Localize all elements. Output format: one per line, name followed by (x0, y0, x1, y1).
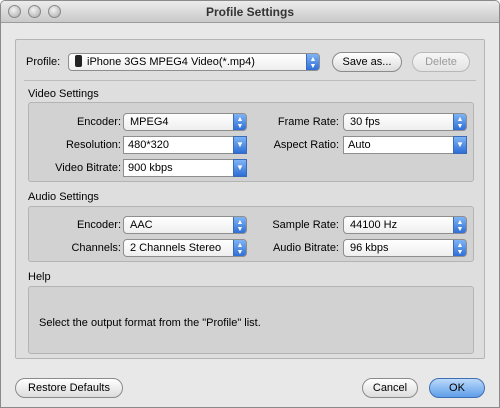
channels-value: 2 Channels Stereo (130, 242, 222, 254)
audio-encoder-select[interactable]: AAC ▲ ▼ (123, 216, 247, 234)
help-text: Select the output format from the "Profi… (39, 317, 261, 329)
video-bitrate-combo[interactable]: 900 kbps ▼ (123, 159, 247, 177)
resolution-value: 480*320 (128, 139, 169, 151)
save-as-button[interactable]: Save as... (332, 52, 402, 72)
title-bar[interactable]: Profile Settings (1, 1, 499, 23)
audio-settings-group: Encoder: AAC ▲ ▼ Sample Rate: 44100 Hz ▲ ▼… (28, 206, 474, 262)
separator (24, 80, 476, 81)
channels-label: Channels: (71, 242, 121, 254)
audio-bitrate-value: 96 kbps (350, 242, 389, 254)
cancel-button[interactable]: Cancel (362, 378, 418, 398)
video-encoder-label: Encoder: (76, 116, 121, 128)
window-title: Profile Settings (205, 5, 294, 19)
chevron-updown-icon: ▲ ▼ (233, 217, 246, 233)
profile-label: Profile: (26, 56, 61, 68)
video-encoder-value: MPEG4 (130, 116, 169, 128)
frame-rate-label: Frame Rate: (277, 116, 339, 128)
audio-encoder-label: Encoder: (76, 219, 121, 231)
phone-icon (75, 55, 82, 67)
restore-defaults-button[interactable]: Restore Defaults (15, 378, 123, 398)
frame-rate-select[interactable]: 30 fps ▲ ▼ (343, 113, 467, 131)
channels-select[interactable]: 2 Channels Stereo ▲ ▼ (123, 239, 247, 257)
audio-encoder-value: AAC (130, 219, 153, 231)
chevron-updown-icon: ▲ ▼ (233, 114, 246, 130)
aspect-ratio-value: Auto (348, 139, 371, 151)
frame-rate-value: 30 fps (350, 116, 380, 128)
resolution-combo[interactable]: 480*320 ▼ (123, 136, 247, 154)
chevron-down-icon: ▼ (233, 159, 247, 177)
profile-value: iPhone 3GS MPEG4 Video(*.mp4) (87, 56, 255, 68)
audio-settings-title: Audio Settings (28, 191, 99, 203)
video-settings-group: Encoder: MPEG4 ▲ ▼ Frame Rate: 30 fps ▲ ▼ … (28, 102, 474, 182)
profile-select[interactable]: iPhone 3GS MPEG4 Video(*.mp4) ▲ ▼ (68, 53, 320, 71)
delete-button[interactable]: Delete (412, 52, 470, 72)
chevron-updown-icon: ▲ ▼ (453, 114, 466, 130)
help-title: Help (28, 271, 51, 283)
profile-settings-window: Profile Settings Profile: iPhone 3GS MPE… (0, 0, 500, 408)
chevron-updown-icon: ▲ ▼ (453, 240, 466, 256)
chevron-down-icon: ▼ (453, 136, 467, 154)
video-encoder-select[interactable]: MPEG4 ▲ ▼ (123, 113, 247, 131)
ok-button[interactable]: OK (429, 378, 485, 398)
chevron-updown-icon: ▲ ▼ (306, 54, 319, 70)
aspect-ratio-label: Aspect Ratio: (273, 139, 339, 151)
resolution-label: Resolution: (65, 139, 121, 151)
sample-rate-select[interactable]: 44100 Hz ▲ ▼ (343, 216, 467, 234)
video-bitrate-value: 900 kbps (128, 162, 173, 174)
settings-panel: Profile: iPhone 3GS MPEG4 Video(*.mp4) ▲… (15, 39, 485, 359)
chevron-down-icon: ▼ (233, 136, 247, 154)
audio-bitrate-label: Audio Bitrate: (272, 242, 339, 254)
sample-rate-value: 44100 Hz (350, 219, 398, 231)
chevron-updown-icon: ▲ ▼ (233, 240, 246, 256)
chevron-updown-icon: ▲ ▼ (453, 217, 466, 233)
help-group: Select the output format from the "Profi… (28, 286, 474, 354)
audio-bitrate-select[interactable]: 96 kbps ▲ ▼ (343, 239, 467, 257)
video-bitrate-label: Video Bitrate: (55, 162, 121, 174)
video-settings-title: Video Settings (28, 88, 99, 100)
aspect-ratio-combo[interactable]: Auto ▼ (343, 136, 467, 154)
sample-rate-label: Sample Rate: (272, 219, 339, 231)
